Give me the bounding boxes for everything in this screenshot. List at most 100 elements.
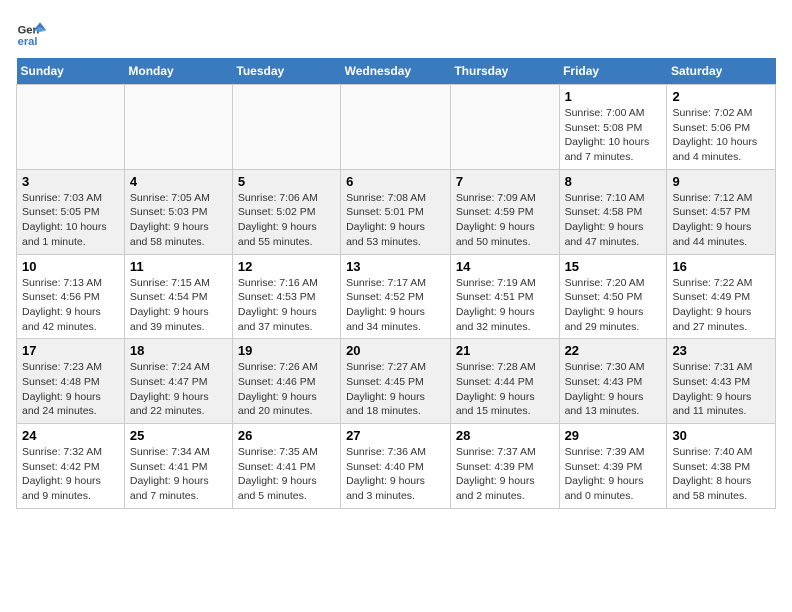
week-row-1: 1 Sunrise: 7:00 AM Sunset: 5:08 PM Daylig… bbox=[17, 85, 776, 170]
day-info: Sunrise: 7:27 AM Sunset: 4:45 PM Dayligh… bbox=[346, 360, 445, 419]
day-info: Sunrise: 7:02 AM Sunset: 5:06 PM Dayligh… bbox=[672, 106, 770, 165]
day-info: Sunrise: 7:16 AM Sunset: 4:53 PM Dayligh… bbox=[238, 276, 335, 335]
day-info: Sunrise: 7:13 AM Sunset: 4:56 PM Dayligh… bbox=[22, 276, 119, 335]
day-number: 25 bbox=[130, 428, 227, 443]
calendar-cell: 8 Sunrise: 7:10 AM Sunset: 4:58 PM Daylig… bbox=[559, 169, 667, 254]
day-info: Sunrise: 7:03 AM Sunset: 5:05 PM Dayligh… bbox=[22, 191, 119, 250]
calendar-cell: 9 Sunrise: 7:12 AM Sunset: 4:57 PM Daylig… bbox=[667, 169, 776, 254]
day-number: 18 bbox=[130, 343, 227, 358]
calendar-cell: 15 Sunrise: 7:20 AM Sunset: 4:50 PM Dayli… bbox=[559, 254, 667, 339]
day-number: 15 bbox=[565, 259, 662, 274]
day-number: 28 bbox=[456, 428, 554, 443]
day-number: 3 bbox=[22, 174, 119, 189]
calendar-cell: 6 Sunrise: 7:08 AM Sunset: 5:01 PM Daylig… bbox=[341, 169, 451, 254]
logo: Gen eral bbox=[16, 16, 52, 48]
calendar-cell: 26Sunrise: 7:35 AM Sunset: 4:41 PM Dayli… bbox=[232, 424, 340, 509]
calendar-cell: 14 Sunrise: 7:19 AM Sunset: 4:51 PM Dayli… bbox=[450, 254, 559, 339]
day-info: Sunrise: 7:28 AM Sunset: 4:44 PM Dayligh… bbox=[456, 360, 554, 419]
weekday-header-sunday: Sunday bbox=[17, 58, 125, 85]
day-number: 21 bbox=[456, 343, 554, 358]
day-info: Sunrise: 7:10 AM Sunset: 4:58 PM Dayligh… bbox=[565, 191, 662, 250]
day-number: 6 bbox=[346, 174, 445, 189]
day-number: 30 bbox=[672, 428, 770, 443]
day-number: 4 bbox=[130, 174, 227, 189]
calendar-cell: 21 Sunrise: 7:28 AM Sunset: 4:44 PM Dayli… bbox=[450, 339, 559, 424]
calendar-cell: 17 Sunrise: 7:23 AM Sunset: 4:48 PM Dayli… bbox=[17, 339, 125, 424]
day-number: 7 bbox=[456, 174, 554, 189]
weekday-header-tuesday: Tuesday bbox=[232, 58, 340, 85]
day-number: 9 bbox=[672, 174, 770, 189]
day-info: Sunrise: 7:19 AM Sunset: 4:51 PM Dayligh… bbox=[456, 276, 554, 335]
day-number: 2 bbox=[672, 89, 770, 104]
calendar-cell bbox=[341, 85, 451, 170]
day-info: Sunrise: 7:34 AM Sunset: 4:41 PM Dayligh… bbox=[130, 445, 227, 504]
calendar-cell: 16 Sunrise: 7:22 AM Sunset: 4:49 PM Dayli… bbox=[667, 254, 776, 339]
calendar-cell: 28 Sunrise: 7:37 AM Sunset: 4:39 PM Dayli… bbox=[450, 424, 559, 509]
calendar-cell bbox=[17, 85, 125, 170]
calendar-cell: 18 Sunrise: 7:24 AM Sunset: 4:47 PM Dayli… bbox=[124, 339, 232, 424]
week-row-4: 17 Sunrise: 7:23 AM Sunset: 4:48 PM Dayli… bbox=[17, 339, 776, 424]
weekday-header-saturday: Saturday bbox=[667, 58, 776, 85]
weekday-header-row: SundayMondayTuesdayWednesdayThursdayFrid… bbox=[17, 58, 776, 85]
day-info: Sunrise: 7:20 AM Sunset: 4:50 PM Dayligh… bbox=[565, 276, 662, 335]
calendar-cell: 25 Sunrise: 7:34 AM Sunset: 4:41 PM Dayli… bbox=[124, 424, 232, 509]
day-info: Sunrise: 7:05 AM Sunset: 5:03 PM Dayligh… bbox=[130, 191, 227, 250]
calendar-cell bbox=[450, 85, 559, 170]
day-number: 14 bbox=[456, 259, 554, 274]
day-number: 29 bbox=[565, 428, 662, 443]
weekday-header-wednesday: Wednesday bbox=[341, 58, 451, 85]
calendar-cell: 13 Sunrise: 7:17 AM Sunset: 4:52 PM Dayli… bbox=[341, 254, 451, 339]
calendar-cell: 27 Sunrise: 7:36 AM Sunset: 4:40 PM Dayli… bbox=[341, 424, 451, 509]
calendar-cell: 3 Sunrise: 7:03 AM Sunset: 5:05 PM Daylig… bbox=[17, 169, 125, 254]
weekday-header-monday: Monday bbox=[124, 58, 232, 85]
calendar-cell: 30 Sunrise: 7:40 AM Sunset: 4:38 PM Dayli… bbox=[667, 424, 776, 509]
calendar-cell: 19 Sunrise: 7:26 AM Sunset: 4:46 PM Dayli… bbox=[232, 339, 340, 424]
calendar-cell: 10Sunrise: 7:13 AM Sunset: 4:56 PM Dayli… bbox=[17, 254, 125, 339]
day-number: 22 bbox=[565, 343, 662, 358]
svg-text:eral: eral bbox=[18, 36, 38, 48]
page-header: Gen eral bbox=[16, 16, 776, 48]
weekday-header-friday: Friday bbox=[559, 58, 667, 85]
week-row-5: 24Sunrise: 7:32 AM Sunset: 4:42 PM Dayli… bbox=[17, 424, 776, 509]
day-number: 13 bbox=[346, 259, 445, 274]
calendar-cell: 24Sunrise: 7:32 AM Sunset: 4:42 PM Dayli… bbox=[17, 424, 125, 509]
day-info: Sunrise: 7:23 AM Sunset: 4:48 PM Dayligh… bbox=[22, 360, 119, 419]
day-info: Sunrise: 7:00 AM Sunset: 5:08 PM Dayligh… bbox=[565, 106, 662, 165]
day-number: 11 bbox=[130, 259, 227, 274]
day-info: Sunrise: 7:08 AM Sunset: 5:01 PM Dayligh… bbox=[346, 191, 445, 250]
day-info: Sunrise: 7:15 AM Sunset: 4:54 PM Dayligh… bbox=[130, 276, 227, 335]
day-number: 19 bbox=[238, 343, 335, 358]
calendar-cell: 29 Sunrise: 7:39 AM Sunset: 4:39 PM Dayli… bbox=[559, 424, 667, 509]
day-info: Sunrise: 7:40 AM Sunset: 4:38 PM Dayligh… bbox=[672, 445, 770, 504]
day-number: 27 bbox=[346, 428, 445, 443]
day-info: Sunrise: 7:37 AM Sunset: 4:39 PM Dayligh… bbox=[456, 445, 554, 504]
day-number: 1 bbox=[565, 89, 662, 104]
day-info: Sunrise: 7:22 AM Sunset: 4:49 PM Dayligh… bbox=[672, 276, 770, 335]
calendar-cell bbox=[124, 85, 232, 170]
calendar-cell: 1 Sunrise: 7:00 AM Sunset: 5:08 PM Daylig… bbox=[559, 85, 667, 170]
day-number: 8 bbox=[565, 174, 662, 189]
calendar-cell: 12 Sunrise: 7:16 AM Sunset: 4:53 PM Dayli… bbox=[232, 254, 340, 339]
day-info: Sunrise: 7:26 AM Sunset: 4:46 PM Dayligh… bbox=[238, 360, 335, 419]
calendar-table: SundayMondayTuesdayWednesdayThursdayFrid… bbox=[16, 58, 776, 509]
calendar-cell: 22 Sunrise: 7:30 AM Sunset: 4:43 PM Dayli… bbox=[559, 339, 667, 424]
day-info: Sunrise: 7:17 AM Sunset: 4:52 PM Dayligh… bbox=[346, 276, 445, 335]
day-info: Sunrise: 7:30 AM Sunset: 4:43 PM Dayligh… bbox=[565, 360, 662, 419]
day-info: Sunrise: 7:09 AM Sunset: 4:59 PM Dayligh… bbox=[456, 191, 554, 250]
day-info: Sunrise: 7:12 AM Sunset: 4:57 PM Dayligh… bbox=[672, 191, 770, 250]
calendar-cell: 2 Sunrise: 7:02 AM Sunset: 5:06 PM Daylig… bbox=[667, 85, 776, 170]
day-number: 20 bbox=[346, 343, 445, 358]
calendar-cell: 4 Sunrise: 7:05 AM Sunset: 5:03 PM Daylig… bbox=[124, 169, 232, 254]
weekday-header-thursday: Thursday bbox=[450, 58, 559, 85]
logo-icon: Gen eral bbox=[16, 16, 48, 48]
calendar-cell bbox=[232, 85, 340, 170]
day-info: Sunrise: 7:35 AM Sunset: 4:41 PM Dayligh… bbox=[238, 445, 335, 504]
day-number: 16 bbox=[672, 259, 770, 274]
calendar-cell: 11 Sunrise: 7:15 AM Sunset: 4:54 PM Dayli… bbox=[124, 254, 232, 339]
day-info: Sunrise: 7:36 AM Sunset: 4:40 PM Dayligh… bbox=[346, 445, 445, 504]
calendar-cell: 7 Sunrise: 7:09 AM Sunset: 4:59 PM Daylig… bbox=[450, 169, 559, 254]
day-info: Sunrise: 7:24 AM Sunset: 4:47 PM Dayligh… bbox=[130, 360, 227, 419]
day-number: 12 bbox=[238, 259, 335, 274]
day-info: Sunrise: 7:39 AM Sunset: 4:39 PM Dayligh… bbox=[565, 445, 662, 504]
day-number: 17 bbox=[22, 343, 119, 358]
